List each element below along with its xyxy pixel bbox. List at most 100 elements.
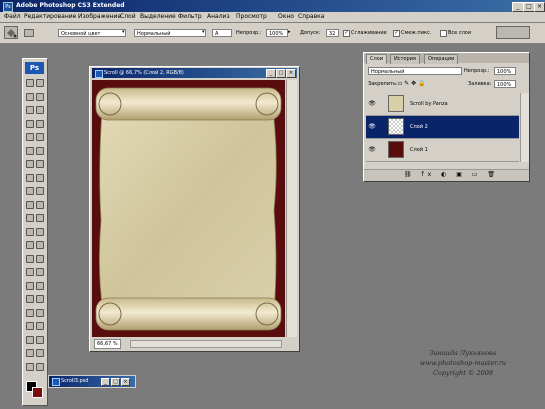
crop-tool-2[interactable] xyxy=(36,133,44,141)
layer-opacity-input[interactable]: 100% xyxy=(494,67,516,75)
doc-minimize-button[interactable]: _ xyxy=(266,69,276,78)
pen-tool-1[interactable] xyxy=(26,268,34,276)
eraser-tool-1[interactable] xyxy=(26,214,34,222)
lasso-tool-2[interactable] xyxy=(36,106,44,114)
fill-input[interactable]: 100% xyxy=(494,80,516,88)
menu-image[interactable]: Изображение xyxy=(78,12,121,22)
history-brush-tool-1[interactable] xyxy=(26,200,34,209)
doc-close-button[interactable]: × xyxy=(286,69,296,78)
shape-tool-1[interactable] xyxy=(26,308,34,317)
all-layers-checkbox[interactable] xyxy=(440,30,447,37)
quick-select-tool-1[interactable] xyxy=(26,119,34,128)
fill-mode-icon[interactable] xyxy=(24,29,34,37)
restore-button[interactable]: _ xyxy=(101,378,110,386)
gradient-tool-1[interactable] xyxy=(26,227,34,236)
document-horizontal-scrollbar[interactable] xyxy=(130,340,282,348)
layer-action-icons[interactable]: ⛓ fx ◐ ▣ ▭ 🗑 xyxy=(404,171,499,178)
close-button[interactable]: × xyxy=(121,378,130,386)
marquee-tool-2[interactable] xyxy=(36,92,44,101)
menu-view[interactable]: Просмотр xyxy=(236,12,267,22)
layer-blend-mode-select[interactable]: Нормальный xyxy=(368,67,462,75)
slice-tool-2[interactable] xyxy=(36,146,44,155)
document-canvas[interactable] xyxy=(92,80,285,337)
fill-source-select[interactable]: Основной цвет xyxy=(58,29,126,37)
eyedropper-tool-1[interactable] xyxy=(26,335,34,344)
zoom-field[interactable]: 66,67 % xyxy=(94,339,121,349)
menu-analysis[interactable]: Анализ xyxy=(207,12,230,22)
eyedropper-tool-2[interactable] xyxy=(36,335,44,344)
path-select-tool-1[interactable] xyxy=(26,295,34,303)
opacity-input[interactable]: 100% xyxy=(266,29,288,37)
palette-well[interactable] xyxy=(496,26,530,39)
menu-file[interactable]: Файл xyxy=(4,12,21,22)
layer-row-scroll[interactable]: 👁 Scroll by Panza xyxy=(366,93,519,116)
document-window: Scroll @ 66,7% (Слой 2, RGB/8) _ □ × 66,… xyxy=(89,66,300,352)
tool-preset-picker[interactable] xyxy=(4,26,18,39)
lock-label: Закрепить: xyxy=(368,81,398,87)
menu-window[interactable]: Окно xyxy=(278,12,294,22)
move-tool-2[interactable] xyxy=(36,79,44,87)
layer-row-layer2[interactable]: 👁 Слой 2 xyxy=(366,116,519,139)
document-icon xyxy=(95,70,103,78)
options-bar: Основной цвет ▾ Нормальный ▾ A Непрозр.:… xyxy=(0,23,545,44)
layer-thumbnail xyxy=(388,141,404,158)
eye-icon[interactable]: 👁 xyxy=(368,146,376,154)
crop-tool-1[interactable] xyxy=(26,133,34,141)
maximize-button[interactable]: □ xyxy=(111,378,120,386)
shape-tool-2[interactable] xyxy=(36,308,44,317)
type-tool-2[interactable] xyxy=(36,281,44,290)
menu-help[interactable]: Справка xyxy=(298,12,324,22)
zoom-tool-2[interactable] xyxy=(36,362,44,371)
history-brush-tool-2[interactable] xyxy=(36,200,44,209)
background-color-swatch[interactable] xyxy=(32,387,43,398)
healing-tool-2[interactable] xyxy=(36,160,44,168)
blend-mode-select[interactable]: Нормальный xyxy=(134,29,206,37)
document-icon xyxy=(52,378,60,386)
eye-icon[interactable]: 👁 xyxy=(368,100,376,108)
layers-scrollbar[interactable] xyxy=(520,93,529,162)
dodge-tool-2[interactable] xyxy=(36,254,44,263)
tolerance-input[interactable]: 32 xyxy=(326,29,339,37)
clone-stamp-tool-2[interactable] xyxy=(36,187,44,195)
slice-tool-1[interactable] xyxy=(26,146,34,155)
notes-tool-2[interactable] xyxy=(36,322,44,330)
menu-filter[interactable]: Фильтр xyxy=(178,12,202,22)
lasso-tool-1[interactable] xyxy=(26,106,34,114)
menu-select[interactable]: Выделение xyxy=(140,12,176,22)
eye-icon[interactable]: 👁 xyxy=(368,123,376,131)
type-tool-1[interactable] xyxy=(26,281,34,290)
healing-tool-1[interactable] xyxy=(26,160,34,168)
close-button[interactable]: × xyxy=(534,2,545,12)
move-tool-1[interactable] xyxy=(26,79,34,87)
document-vertical-scrollbar[interactable] xyxy=(286,80,297,337)
quick-select-tool-2[interactable] xyxy=(36,119,44,128)
photoshop-logo[interactable]: Ps xyxy=(25,62,44,74)
menu-layer[interactable]: Слой xyxy=(120,12,136,22)
tab-actions[interactable]: Операции xyxy=(424,54,459,64)
minimized-document[interactable]: Scroll3.psd _ □ × xyxy=(48,375,136,388)
doc-maximize-button[interactable]: □ xyxy=(276,69,286,78)
marquee-tool-1[interactable] xyxy=(26,92,34,101)
hand-tool-2[interactable] xyxy=(36,349,44,357)
brush-tool-2[interactable] xyxy=(36,173,44,182)
blur-tool-1[interactable] xyxy=(26,241,34,249)
lock-icons[interactable]: ▫✎✥🔒 xyxy=(398,80,428,87)
zoom-tool-1[interactable] xyxy=(26,362,34,371)
contiguous-checkbox[interactable]: ✓ xyxy=(393,30,400,37)
tab-history[interactable]: История xyxy=(390,54,420,64)
antialias-checkbox[interactable]: ✓ xyxy=(343,30,350,37)
eraser-tool-2[interactable] xyxy=(36,214,44,222)
menu-edit[interactable]: Редактирование xyxy=(24,12,76,22)
pen-tool-2[interactable] xyxy=(36,268,44,276)
dodge-tool-1[interactable] xyxy=(26,254,34,263)
notes-tool-1[interactable] xyxy=(26,322,34,330)
tab-layers[interactable]: Слои xyxy=(366,54,387,64)
clone-stamp-tool-1[interactable] xyxy=(26,187,34,195)
layer-row-layer1[interactable]: 👁 Слой 1 xyxy=(366,139,519,162)
path-select-tool-2[interactable] xyxy=(36,295,44,303)
gradient-tool-2[interactable] xyxy=(36,227,44,236)
pattern-select[interactable]: A xyxy=(212,29,232,37)
blur-tool-2[interactable] xyxy=(36,241,44,249)
brush-tool-1[interactable] xyxy=(26,173,34,182)
hand-tool-1[interactable] xyxy=(26,349,34,357)
